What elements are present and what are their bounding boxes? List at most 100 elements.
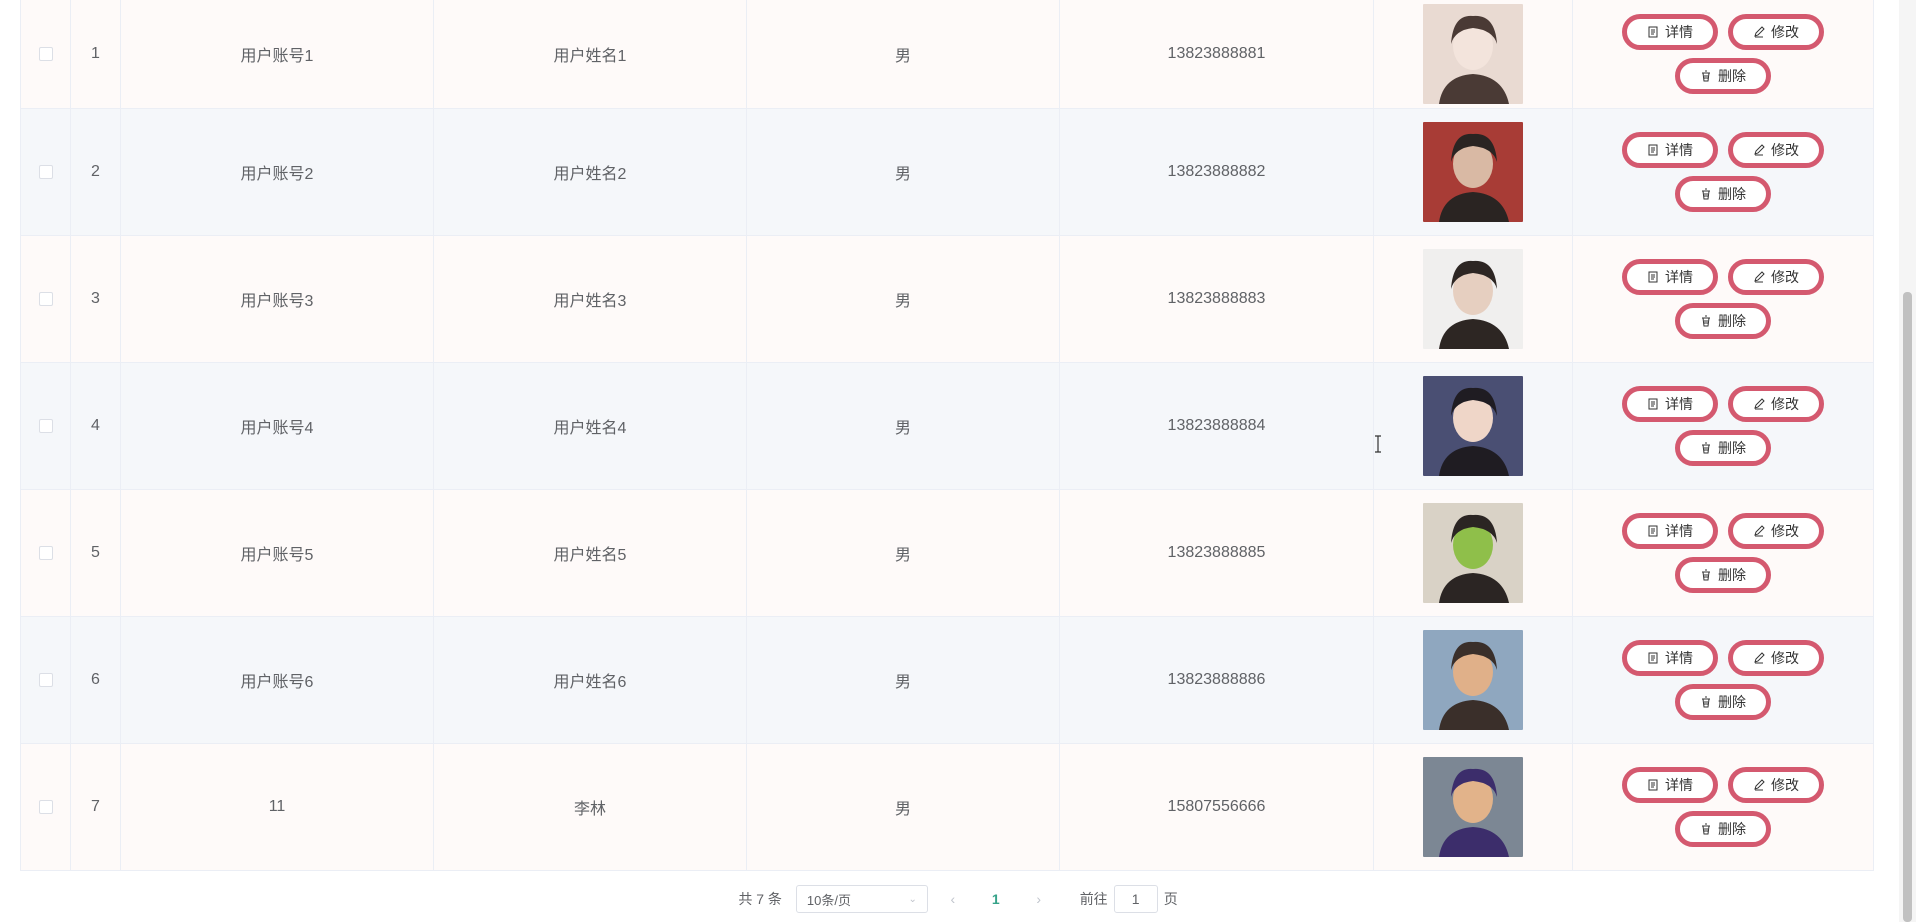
detail-button[interactable]: 详情 <box>1622 259 1718 295</box>
document-icon <box>1648 26 1658 38</box>
goto-page-input[interactable]: 1 <box>1113 885 1158 913</box>
row-checkbox[interactable] <box>38 673 53 687</box>
prev-page-icon[interactable]: ‹ <box>940 891 966 907</box>
page-number-current[interactable]: 1 <box>992 891 1000 907</box>
detail-button[interactable]: 详情 <box>1622 640 1718 676</box>
trash-icon <box>1702 188 1710 200</box>
user-name: 李林 <box>573 801 606 818</box>
phone-cell: 13823888881 <box>1060 0 1374 108</box>
edit-label: 修改 <box>1771 777 1799 793</box>
table-row: 1 用户账号1 用户姓名1 男 13823888881 详情 修改 删除 <box>21 0 1873 109</box>
delete-label: 删除 <box>1718 821 1746 837</box>
avatar[interactable] <box>1423 249 1523 349</box>
pagination: 共 7 条 10条/页 ⌄ ‹ 1 › 前往 1 页 <box>0 882 1916 916</box>
table-row: 3 用户账号3 用户姓名3 男 13823888883 详情 修改 删除 <box>21 236 1873 363</box>
user-account: 用户账号6 <box>240 674 314 691</box>
detail-button[interactable]: 详情 <box>1622 513 1718 549</box>
page-size-select[interactable]: 10条/页 ⌄ <box>795 885 928 913</box>
avatar[interactable] <box>1423 376 1523 476</box>
chevron-down-icon: ⌄ <box>908 893 917 905</box>
phone-cell: 15807556666 <box>1060 744 1374 870</box>
document-icon <box>1648 525 1658 537</box>
row-checkbox[interactable] <box>38 419 53 433</box>
delete-button[interactable]: 删除 <box>1675 176 1771 212</box>
page-size-value: 10条/页 <box>806 892 851 908</box>
user-sex: 男 <box>894 48 911 65</box>
name-cell: 用户姓名4 <box>434 363 747 489</box>
edit-button[interactable]: 修改 <box>1728 640 1824 676</box>
detail-button[interactable]: 详情 <box>1622 132 1718 168</box>
delete-button[interactable]: 删除 <box>1675 684 1771 720</box>
actions-cell: 详情 修改 删除 <box>1573 617 1873 743</box>
edit-button[interactable]: 修改 <box>1728 259 1824 295</box>
user-sex: 男 <box>894 674 911 691</box>
avatar[interactable] <box>1423 4 1523 104</box>
avatar[interactable] <box>1423 503 1523 603</box>
portrait-photo-icon <box>1423 503 1523 603</box>
delete-button[interactable]: 删除 <box>1675 58 1771 94</box>
name-cell: 用户姓名3 <box>434 236 747 362</box>
delete-button[interactable]: 删除 <box>1675 811 1771 847</box>
detail-label: 详情 <box>1665 269 1693 285</box>
photo-cell <box>1374 744 1573 870</box>
user-name: 用户姓名5 <box>553 547 627 564</box>
table-row: 7 11 李林 男 15807556666 详情 修改 删除 <box>21 744 1873 871</box>
avatar[interactable] <box>1423 630 1523 730</box>
index-cell: 6 <box>71 617 121 743</box>
row-index: 6 <box>91 671 100 688</box>
user-phone: 13823888885 <box>1167 544 1266 561</box>
portrait-photo-icon <box>1423 249 1523 349</box>
row-checkbox[interactable] <box>38 47 53 61</box>
row-checkbox[interactable] <box>38 165 53 179</box>
name-cell: 李林 <box>434 744 747 870</box>
next-page-icon[interactable]: › <box>1026 891 1052 907</box>
photo-cell <box>1374 109 1573 235</box>
photo-cell <box>1374 490 1573 616</box>
sex-cell: 男 <box>747 363 1060 489</box>
user-sex: 男 <box>894 547 911 564</box>
avatar[interactable] <box>1423 122 1523 222</box>
row-index: 7 <box>91 798 100 815</box>
actions-top-line: 详情 修改 <box>1622 259 1824 295</box>
user-name: 用户姓名6 <box>553 674 627 691</box>
actions-cell: 详情 修改 删除 <box>1573 236 1873 362</box>
edit-icon <box>1754 652 1765 664</box>
edit-button[interactable]: 修改 <box>1728 132 1824 168</box>
portrait-photo-icon <box>1423 122 1523 222</box>
row-checkbox[interactable] <box>38 292 53 306</box>
index-cell: 1 <box>71 0 121 108</box>
actions-top-line: 详情 修改 <box>1622 767 1824 803</box>
delete-button[interactable]: 删除 <box>1675 430 1771 466</box>
vertical-scrollbar[interactable] <box>1899 0 1916 922</box>
edit-icon <box>1754 144 1765 156</box>
detail-button[interactable]: 详情 <box>1622 386 1718 422</box>
row-checkbox[interactable] <box>38 546 53 560</box>
row-index: 4 <box>91 417 100 434</box>
user-sex: 男 <box>894 166 911 183</box>
index-cell: 5 <box>71 490 121 616</box>
row-select-cell <box>21 744 71 870</box>
edit-button[interactable]: 修改 <box>1728 767 1824 803</box>
edit-button[interactable]: 修改 <box>1728 14 1824 50</box>
delete-button[interactable]: 删除 <box>1675 557 1771 593</box>
name-cell: 用户姓名1 <box>434 0 747 108</box>
user-phone: 13823888884 <box>1167 417 1266 434</box>
scrollbar-thumb[interactable] <box>1903 292 1912 922</box>
row-select-cell <box>21 363 71 489</box>
document-icon <box>1648 398 1658 410</box>
edit-label: 修改 <box>1771 269 1799 285</box>
edit-button[interactable]: 修改 <box>1728 386 1824 422</box>
index-cell: 3 <box>71 236 121 362</box>
edit-button[interactable]: 修改 <box>1728 513 1824 549</box>
detail-button[interactable]: 详情 <box>1622 14 1718 50</box>
trash-icon <box>1702 442 1710 454</box>
user-sex: 男 <box>894 801 911 818</box>
avatar[interactable] <box>1423 757 1523 857</box>
edit-label: 修改 <box>1771 523 1799 539</box>
account-cell: 用户账号3 <box>121 236 434 362</box>
detail-button[interactable]: 详情 <box>1622 767 1718 803</box>
user-phone: 13823888883 <box>1167 290 1266 307</box>
delete-button[interactable]: 删除 <box>1675 303 1771 339</box>
index-cell: 4 <box>71 363 121 489</box>
row-checkbox[interactable] <box>38 800 53 814</box>
